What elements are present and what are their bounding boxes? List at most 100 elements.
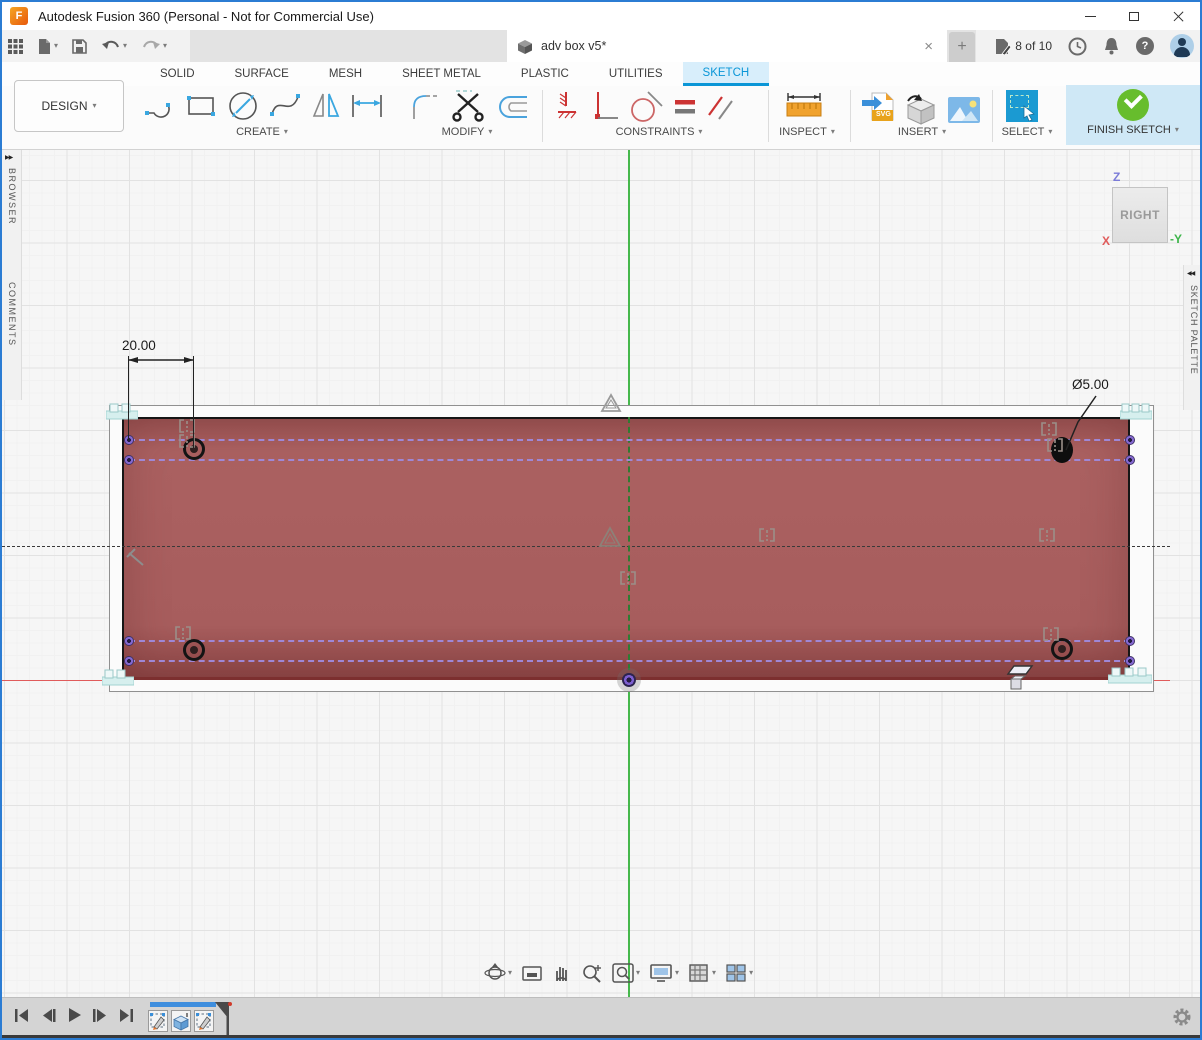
dimension-leader-line[interactable]: [1058, 394, 1100, 454]
timeline-sketch-feature-active[interactable]: [194, 1010, 214, 1032]
sketch-point[interactable]: [1125, 455, 1135, 465]
go-to-end-button[interactable]: [118, 1008, 134, 1023]
sketch-point[interactable]: [124, 455, 134, 465]
midpoint-constraint-icon[interactable]: [126, 548, 146, 568]
sketch-point[interactable]: [1125, 435, 1135, 445]
redo-button[interactable]: ▾: [141, 39, 167, 53]
insert-mesh-icon[interactable]: [904, 93, 938, 127]
orbit-button[interactable]: ▾: [484, 963, 512, 983]
play-button[interactable]: [66, 1007, 82, 1023]
modify-group-menu[interactable]: MODIFY▾: [417, 126, 517, 138]
timeline-extrude-feature[interactable]: [171, 1010, 191, 1032]
palette-collapse-icon[interactable]: ◀◀: [1187, 270, 1194, 277]
notifications-bell-icon[interactable]: [1103, 37, 1120, 55]
maximize-button[interactable]: [1112, 2, 1156, 30]
viewports-button[interactable]: ▾: [725, 963, 753, 983]
vertical-constraint-triangle-icon[interactable]: [598, 526, 622, 548]
viewcube[interactable]: RIGHT: [1112, 187, 1168, 243]
constraints-group-menu[interactable]: CONSTRAINTS▾: [594, 126, 724, 138]
select-tool-icon[interactable]: [1006, 90, 1038, 122]
timeline-settings-gear-icon[interactable]: [1172, 1007, 1192, 1027]
circle-tool-icon[interactable]: [226, 90, 260, 122]
spline-tool-icon[interactable]: [268, 90, 302, 122]
fix-constraint-icon[interactable]: [554, 90, 582, 124]
symmetry-constraint-icon[interactable]: [758, 527, 776, 543]
finish-sketch-button[interactable]: FINISH SKETCH▾: [1066, 85, 1200, 145]
sketch-point[interactable]: [124, 435, 134, 445]
symmetry-constraint-icon[interactable]: [1040, 421, 1058, 437]
equal-constraint-icon[interactable]: [672, 94, 698, 120]
file-menu-button[interactable]: ▾: [37, 38, 58, 55]
select-group-menu[interactable]: SELECT▾: [982, 126, 1072, 138]
horizontal-centerline[interactable]: [2, 546, 1170, 547]
construction-line-bottom-2[interactable]: [129, 660, 1130, 662]
timeline-sketch-feature[interactable]: [148, 1010, 168, 1032]
symmetry-constraint-icon[interactable]: [1042, 626, 1060, 642]
rectangle-tool-icon[interactable]: [184, 91, 218, 121]
sketch-palette-tab[interactable]: SKETCH PALETTE: [1189, 285, 1199, 375]
construction-line-top-2[interactable]: [129, 459, 1130, 461]
line-tool-icon[interactable]: [144, 91, 176, 121]
help-icon[interactable]: ?: [1136, 37, 1154, 55]
perpendicular-constraint-icon[interactable]: [590, 90, 620, 124]
look-at-button[interactable]: [521, 964, 543, 982]
mirror-tool-icon[interactable]: [310, 90, 342, 122]
construction-line-top-1[interactable]: [129, 439, 1130, 441]
tab-surface[interactable]: SURFACE: [215, 62, 309, 86]
minimize-button[interactable]: [1068, 2, 1112, 30]
undo-button[interactable]: ▾: [101, 39, 127, 53]
close-button[interactable]: [1156, 2, 1200, 30]
hole-circle-bottom-left[interactable]: [183, 639, 205, 661]
browser-panel-tab[interactable]: BROWSER: [7, 168, 17, 225]
vertical-constraint-triangle-icon[interactable]: [600, 393, 622, 413]
fillet-tool-icon[interactable]: [410, 91, 444, 123]
construction-line-bottom-1[interactable]: [129, 640, 1130, 642]
sketch-point[interactable]: [124, 656, 134, 666]
tab-utilities[interactable]: UTILITIES: [589, 62, 683, 86]
dimension-arrow-line[interactable]: [124, 354, 198, 366]
browser-expand-icon[interactable]: ▶▶: [5, 154, 12, 161]
sketch-point[interactable]: [124, 636, 134, 646]
user-avatar[interactable]: [1170, 34, 1194, 58]
dimension-tool-icon[interactable]: [350, 91, 384, 121]
timeline-playhead-marker[interactable]: [214, 1002, 232, 1038]
tab-close-button[interactable]: ×: [920, 38, 937, 55]
tab-mesh[interactable]: MESH: [309, 62, 382, 86]
zoom-button[interactable]: [581, 963, 603, 983]
grid-settings-button[interactable]: ▾: [688, 963, 716, 983]
symmetry-constraint-icon[interactable]: [174, 625, 192, 641]
symmetry-constraint-icon[interactable]: [619, 570, 637, 586]
tab-plastic[interactable]: PLASTIC: [501, 62, 589, 86]
pan-button[interactable]: [552, 963, 572, 983]
model-canvas[interactable]: ▶▶ BROWSER COMMENTS ◀◀ SKETCH PALETTE RI…: [2, 150, 1202, 997]
comments-panel-tab[interactable]: COMMENTS: [7, 282, 17, 347]
save-button[interactable]: [72, 39, 87, 54]
on-plane-constraint-icon[interactable]: [1004, 663, 1034, 693]
step-back-button[interactable]: [40, 1008, 56, 1023]
tab-sheet-metal[interactable]: SHEET METAL: [382, 62, 501, 86]
corner-selection-handle[interactable]: [1120, 402, 1152, 420]
new-tab-button[interactable]: +: [949, 32, 975, 62]
width-dimension-label[interactable]: 20.00: [122, 338, 156, 353]
app-grid-button[interactable]: [8, 39, 23, 54]
insert-group-menu[interactable]: INSERT▾: [872, 126, 972, 138]
corner-selection-handle[interactable]: [106, 402, 138, 420]
display-settings-button[interactable]: ▾: [649, 963, 679, 983]
step-forward-button[interactable]: [92, 1008, 108, 1023]
insert-canvas-icon[interactable]: [946, 95, 982, 125]
create-group-menu[interactable]: CREATE▾: [212, 126, 312, 138]
sketch-point[interactable]: [1125, 636, 1135, 646]
corner-selection-handle[interactable]: [1108, 666, 1152, 684]
symmetry-constraint-icon[interactable]: [1038, 527, 1056, 543]
corner-selection-handle[interactable]: [102, 668, 134, 686]
offset-tool-icon[interactable]: [494, 92, 530, 122]
sketch-point[interactable]: [1125, 656, 1135, 666]
parallel-constraint-icon[interactable]: [706, 91, 736, 123]
tab-sketch[interactable]: SKETCH: [683, 62, 770, 86]
trim-tool-icon[interactable]: [452, 90, 486, 124]
workspace-selector[interactable]: DESIGN ▾: [14, 80, 124, 132]
sketch-origin-point[interactable]: [622, 673, 636, 687]
tab-solid[interactable]: SOLID: [140, 62, 215, 86]
go-to-start-button[interactable]: [14, 1008, 30, 1023]
measure-tool-icon[interactable]: [784, 90, 824, 122]
